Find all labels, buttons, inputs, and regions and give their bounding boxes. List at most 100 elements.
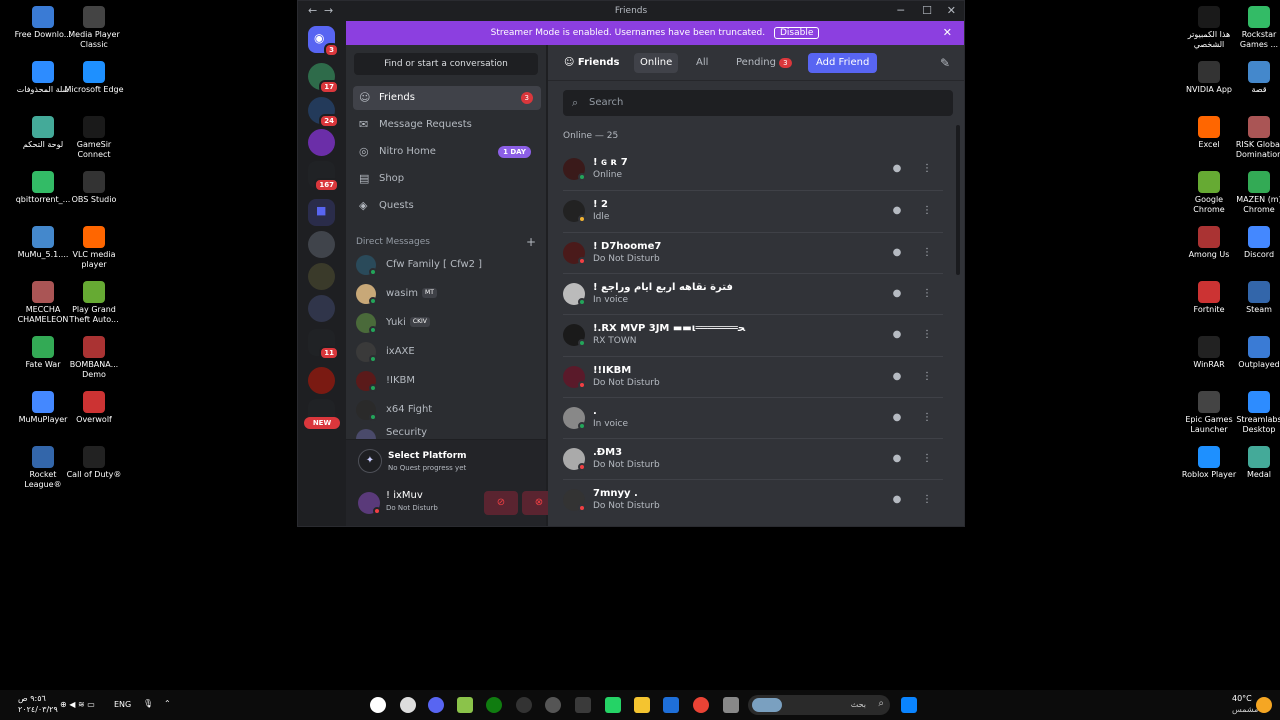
- friend-row[interactable]: ! 2 Idle ● ⋮: [563, 190, 943, 230]
- taskbar-app-icon[interactable]: [723, 697, 739, 713]
- tray-icons[interactable]: ⊕ ◀ ≋ ▭: [60, 700, 95, 709]
- create-dm-icon[interactable]: +: [526, 235, 536, 249]
- close-icon[interactable]: ✕: [947, 4, 956, 17]
- folder-icon[interactable]: ■: [308, 199, 335, 226]
- server-folder[interactable]: 167: [308, 161, 339, 192]
- desktop-shortcut[interactable]: MAZEN (m) Chrome: [1229, 167, 1280, 215]
- language-indicator[interactable]: ENG: [114, 700, 131, 709]
- tab-pending[interactable]: Pending 3: [730, 53, 798, 73]
- desktop-shortcut[interactable]: RISK Global Domination: [1229, 112, 1280, 160]
- message-icon[interactable]: ●: [889, 492, 905, 508]
- scrollbar[interactable]: [956, 125, 960, 275]
- taskbar-app-icon[interactable]: [545, 697, 561, 713]
- desktop-shortcut[interactable]: Medal: [1229, 442, 1280, 480]
- find-conversation-button[interactable]: Find or start a conversation: [354, 53, 538, 75]
- server-icon[interactable]: 17: [308, 63, 339, 94]
- message-icon[interactable]: ●: [889, 203, 905, 219]
- taskbar-app-icon[interactable]: [516, 697, 532, 713]
- nav-shop[interactable]: ▤ Shop: [353, 167, 541, 191]
- taskbar-settings-icon[interactable]: [400, 697, 416, 713]
- taskbar-store-icon[interactable]: [575, 697, 591, 713]
- more-options-icon[interactable]: ⋮: [919, 492, 935, 508]
- friend-row[interactable]: ! ɢ ʀ 7 Online ● ⋮: [563, 149, 943, 189]
- more-options-icon[interactable]: ⋮: [919, 161, 935, 177]
- desktop-shortcut[interactable]: Microsoft Edge: [64, 57, 124, 95]
- avatar[interactable]: [358, 492, 381, 515]
- server-icon[interactable]: [308, 263, 335, 290]
- message-icon[interactable]: ●: [889, 161, 905, 177]
- dm-item[interactable]: Yuki CKIV: [356, 309, 536, 337]
- maximize-icon[interactable]: ☐: [922, 4, 932, 17]
- home-button[interactable]: ◉ 3: [308, 26, 339, 57]
- desktop-shortcut[interactable]: Play Grand Theft Auto...: [64, 277, 124, 325]
- tab-all[interactable]: All: [690, 53, 714, 73]
- dm-item[interactable]: x64 Fight: [356, 396, 536, 424]
- message-icon[interactable]: ●: [889, 410, 905, 426]
- dm-item[interactable]: ixAXE: [356, 338, 536, 366]
- search-input[interactable]: ⌕ Search: [563, 90, 953, 116]
- desktop-shortcut[interactable]: Rockstar Games ...: [1229, 2, 1280, 50]
- friend-row[interactable]: .ƉM3 Do Not Disturb ● ⋮: [563, 438, 943, 478]
- mute-button[interactable]: ⊘: [484, 491, 518, 515]
- server-folder[interactable]: 11: [308, 329, 339, 360]
- desktop-shortcut[interactable]: GameSir Connect: [64, 112, 124, 160]
- start-icon[interactable]: [901, 697, 917, 713]
- friend-row[interactable]: !!IKBM Do Not Disturb ● ⋮: [563, 355, 943, 396]
- desktop-shortcut[interactable]: قصة: [1229, 57, 1280, 95]
- new-group-dm-icon[interactable]: ✎: [940, 56, 950, 70]
- add-friend-button[interactable]: Add Friend: [808, 53, 878, 73]
- more-options-icon[interactable]: ⋮: [919, 245, 935, 261]
- dm-item[interactable]: wasim MT: [356, 280, 536, 308]
- nav-nitro-home[interactable]: ◎ Nitro Home 1 DAY: [353, 140, 541, 164]
- desktop-shortcut[interactable]: Media Player Classic: [64, 2, 124, 50]
- server-icon[interactable]: [308, 367, 335, 394]
- taskbar-xbox-icon[interactable]: [486, 697, 502, 713]
- dm-item[interactable]: !IKBM: [356, 367, 536, 395]
- dm-item[interactable]: Security: [356, 425, 536, 439]
- message-icon[interactable]: ●: [889, 286, 905, 302]
- chevron-up-icon[interactable]: ⌃: [164, 699, 171, 708]
- desktop-shortcut[interactable]: BOMBANA... Demo: [64, 332, 124, 380]
- desktop-shortcut[interactable]: Discord: [1229, 222, 1280, 260]
- weather-temp[interactable]: 40°C: [1232, 694, 1252, 703]
- server-icon[interactable]: [308, 129, 335, 156]
- disable-streamer-button[interactable]: Disable: [773, 27, 820, 39]
- more-options-icon[interactable]: ⋮: [919, 327, 935, 343]
- desktop-shortcut[interactable]: Outplayed: [1229, 332, 1280, 370]
- friend-row[interactable]: ! فترة نقاهه اربع ايام وراجع In voice ● ⋮: [563, 272, 943, 313]
- taskbar-discord-icon[interactable]: [428, 697, 444, 713]
- mic-icon[interactable]: 🎙: [143, 699, 153, 708]
- friend-row[interactable]: ! D7hoome7 Do Not Disturb ● ⋮: [563, 231, 943, 272]
- quest-panel[interactable]: ✦ Select Platform No Quest progress yet: [346, 439, 546, 483]
- desktop-shortcut[interactable]: Streamlabs Desktop: [1229, 387, 1280, 435]
- friend-row[interactable]: !.RX MVP 3JM ▬▬ι═══════ﺤ RX TOWN ● ⋮: [563, 314, 943, 354]
- desktop-shortcut[interactable]: Overwolf: [64, 387, 124, 425]
- message-icon[interactable]: ●: [889, 245, 905, 261]
- nav-message-requests[interactable]: ✉ Message Requests: [353, 113, 541, 137]
- nav-quests[interactable]: ◈ Quests: [353, 194, 541, 218]
- friend-row[interactable]: 7mnyy . Do Not Disturb ● ⋮: [563, 479, 943, 519]
- message-icon[interactable]: ●: [889, 369, 905, 385]
- more-options-icon[interactable]: ⋮: [919, 286, 935, 302]
- taskbar-folder-icon[interactable]: [634, 697, 650, 713]
- close-banner-icon[interactable]: ✕: [943, 21, 952, 45]
- taskbar-app-icon[interactable]: [663, 697, 679, 713]
- more-options-icon[interactable]: ⋮: [919, 410, 935, 426]
- more-options-icon[interactable]: ⋮: [919, 369, 935, 385]
- message-icon[interactable]: ●: [889, 451, 905, 467]
- server-icon[interactable]: 24: [308, 97, 339, 128]
- taskbar-app-icon[interactable]: [370, 697, 386, 713]
- friend-row[interactable]: . In voice ● ⋮: [563, 396, 943, 437]
- desktop-shortcut[interactable]: Call of Duty®: [64, 442, 124, 480]
- nav-friends[interactable]: ☺ Friends 3: [353, 86, 541, 110]
- desktop-shortcut[interactable]: OBS Studio: [64, 167, 124, 205]
- more-options-icon[interactable]: ⋮: [919, 451, 935, 467]
- message-icon[interactable]: ●: [889, 327, 905, 343]
- more-options-icon[interactable]: ⋮: [919, 203, 935, 219]
- taskbar-search[interactable]: بحث ⌕: [748, 695, 890, 715]
- new-badge[interactable]: NEW: [304, 417, 340, 429]
- desktop-shortcut[interactable]: Steam: [1229, 277, 1280, 315]
- server-icon[interactable]: [308, 295, 335, 322]
- taskbar-app-icon[interactable]: [457, 697, 473, 713]
- desktop-shortcut[interactable]: VLC media player: [64, 222, 124, 270]
